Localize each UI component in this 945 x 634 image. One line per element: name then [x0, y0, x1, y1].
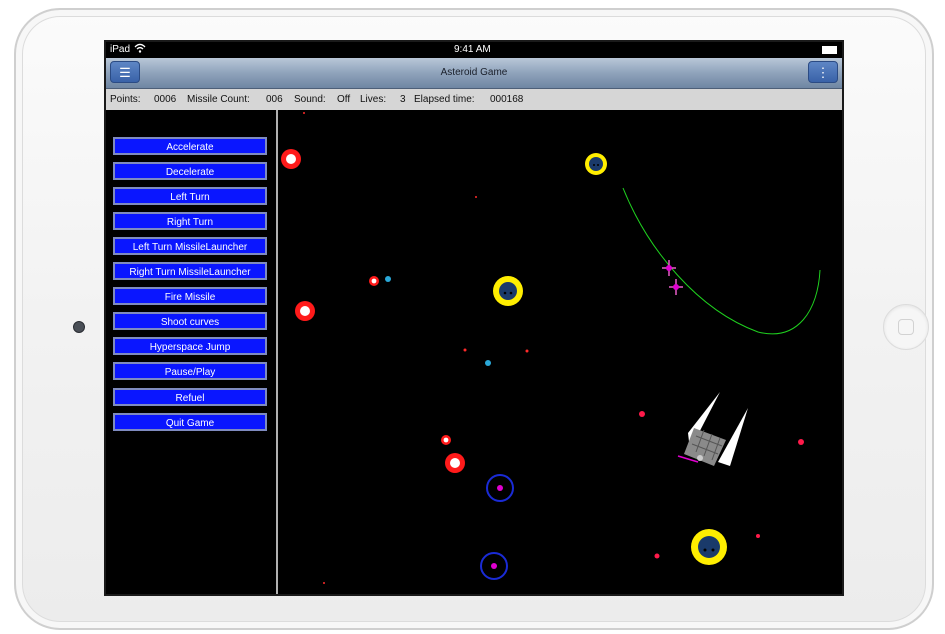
portal	[480, 552, 508, 580]
player-ship	[677, 392, 748, 466]
debris	[525, 349, 529, 353]
debris	[463, 348, 467, 352]
clock: 9:41 AM	[454, 44, 491, 55]
missile-count-label: Missile Count:	[187, 94, 250, 105]
particle	[485, 360, 491, 366]
page-title: Asteroid Game	[440, 67, 508, 78]
nav-bar: ☰ Asteroid Game ⋮	[106, 58, 842, 89]
shoot-curves-button[interactable]: Shoot curves	[113, 312, 267, 330]
left-turn-launcher-button[interactable]: Left Turn MissileLauncher	[113, 237, 267, 255]
elapsed-time-value: 000168	[490, 94, 524, 105]
lives-value: 3	[400, 94, 406, 105]
vertical-dots-icon: ⋮	[816, 65, 830, 80]
asteroid	[445, 453, 465, 473]
enemy-ship	[493, 276, 523, 306]
screen: iPad 9:41 AM ☰ Asteroid Game ⋮ Points: 0…	[104, 40, 844, 596]
home-button[interactable]	[883, 304, 929, 350]
debris	[323, 582, 325, 584]
game-canvas[interactable]	[278, 110, 842, 594]
left-turn-button[interactable]: Left Turn	[113, 187, 267, 205]
asteroid-small	[654, 553, 660, 559]
control-panel: Accelerate Decelerate Left Turn Right Tu…	[106, 110, 278, 594]
accelerate-button[interactable]: Accelerate	[113, 137, 267, 155]
asteroid	[281, 149, 301, 169]
enemy-ship	[585, 153, 607, 175]
status-bar: iPad 9:41 AM	[106, 42, 842, 58]
refuel-button[interactable]: Refuel	[113, 388, 267, 406]
debris	[303, 112, 305, 114]
home-square-icon	[898, 319, 914, 335]
stats-bar: Points: 0006 Missile Count: 006 Sound: O…	[106, 89, 842, 110]
missile-count-value: 006	[266, 94, 283, 105]
screen-bottom-edge	[106, 594, 842, 596]
particle	[385, 276, 391, 282]
satellite	[669, 279, 683, 295]
portal	[486, 474, 514, 502]
asteroid-small	[756, 534, 760, 538]
asteroid	[295, 301, 315, 321]
asteroid	[369, 276, 379, 286]
sound-label: Sound:	[294, 94, 326, 105]
asteroid-small	[798, 439, 804, 445]
right-turn-button[interactable]: Right Turn	[113, 212, 267, 230]
fire-missile-button[interactable]: Fire Missile	[113, 287, 267, 305]
battery-icon	[822, 46, 837, 54]
decelerate-button[interactable]: Decelerate	[113, 162, 267, 180]
camera-icon	[73, 321, 85, 333]
hyperspace-jump-button[interactable]: Hyperspace Jump	[113, 337, 267, 355]
points-label: Points:	[110, 94, 141, 105]
trajectory-curve	[622, 187, 821, 335]
elapsed-time-label: Elapsed time:	[414, 94, 475, 105]
pause-play-button[interactable]: Pause/Play	[113, 362, 267, 380]
wifi-icon	[134, 43, 146, 56]
sound-value: Off	[337, 94, 351, 105]
lives-label: Lives:	[360, 94, 387, 105]
device-label: iPad	[110, 44, 131, 55]
asteroid-small	[639, 411, 645, 417]
satellite	[662, 260, 676, 276]
debris	[475, 196, 477, 198]
enemy-ship	[691, 529, 727, 565]
asteroid	[441, 435, 451, 445]
more-button[interactable]: ⋮	[808, 61, 838, 83]
right-turn-launcher-button[interactable]: Right Turn MissileLauncher	[113, 262, 267, 280]
points-value: 0006	[154, 94, 177, 105]
quit-game-button[interactable]: Quit Game	[113, 413, 267, 431]
